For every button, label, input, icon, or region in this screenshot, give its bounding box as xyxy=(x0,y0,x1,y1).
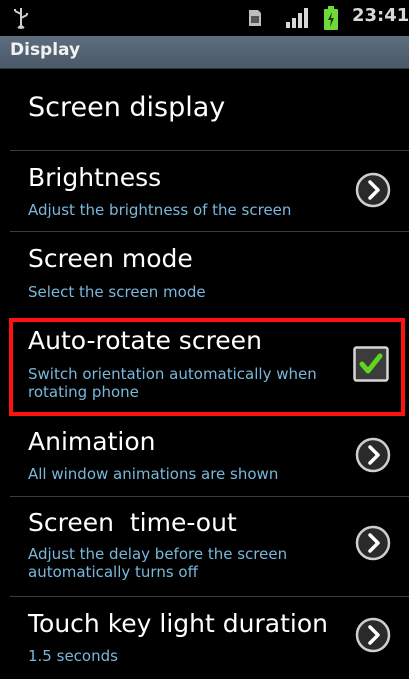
touch-key-subtitle: 1.5 seconds xyxy=(28,647,118,665)
usb-icon xyxy=(14,8,28,29)
screen-timeout-subtitle: Adjust the delay before the screen autom… xyxy=(28,545,288,581)
auto-rotate-subtitle: Switch orientation automatically when ro… xyxy=(28,365,317,401)
screen-mode-title: Screen mode xyxy=(28,244,193,273)
screen-mode-subtitle: Select the screen mode xyxy=(28,283,206,301)
chevron-right-icon[interactable] xyxy=(355,172,391,208)
touch-key-item[interactable]: Touch key light duration 1.5 seconds xyxy=(0,597,409,679)
brightness-title: Brightness xyxy=(28,163,162,192)
brightness-item[interactable]: Brightness Adjust the brightness of the … xyxy=(0,151,409,229)
touch-key-title: Touch key light duration xyxy=(28,609,328,638)
signal-icon xyxy=(286,8,308,28)
animation-item[interactable]: Animation All window animations are show… xyxy=(0,415,409,495)
battery-charging-icon xyxy=(324,6,338,30)
animation-subtitle: All window animations are shown xyxy=(28,465,279,483)
screen-timeout-title: Screen time-out xyxy=(28,508,237,537)
section-header: Screen display xyxy=(28,92,226,123)
chevron-right-icon[interactable] xyxy=(355,437,391,473)
auto-rotate-title: Auto-rotate screen xyxy=(28,326,262,355)
sim-card-icon xyxy=(249,10,261,26)
animation-title: Animation xyxy=(28,427,156,456)
screen-mode-item[interactable]: Screen mode Select the screen mode xyxy=(0,232,409,312)
brightness-subtitle: Adjust the brightness of the screen xyxy=(28,201,292,219)
status-bar: 23:41 xyxy=(0,0,409,36)
auto-rotate-checkbox[interactable] xyxy=(353,346,389,382)
title-bar: Display xyxy=(0,36,409,69)
status-time: 23:41 xyxy=(352,5,409,26)
page-title: Display xyxy=(10,40,81,60)
chevron-right-icon[interactable] xyxy=(355,525,391,561)
screen-timeout-item[interactable]: Screen time-out Adjust the delay before … xyxy=(0,497,409,595)
auto-rotate-item[interactable]: Auto-rotate screen Switch orientation au… xyxy=(0,322,409,408)
chevron-right-icon[interactable] xyxy=(355,617,391,653)
